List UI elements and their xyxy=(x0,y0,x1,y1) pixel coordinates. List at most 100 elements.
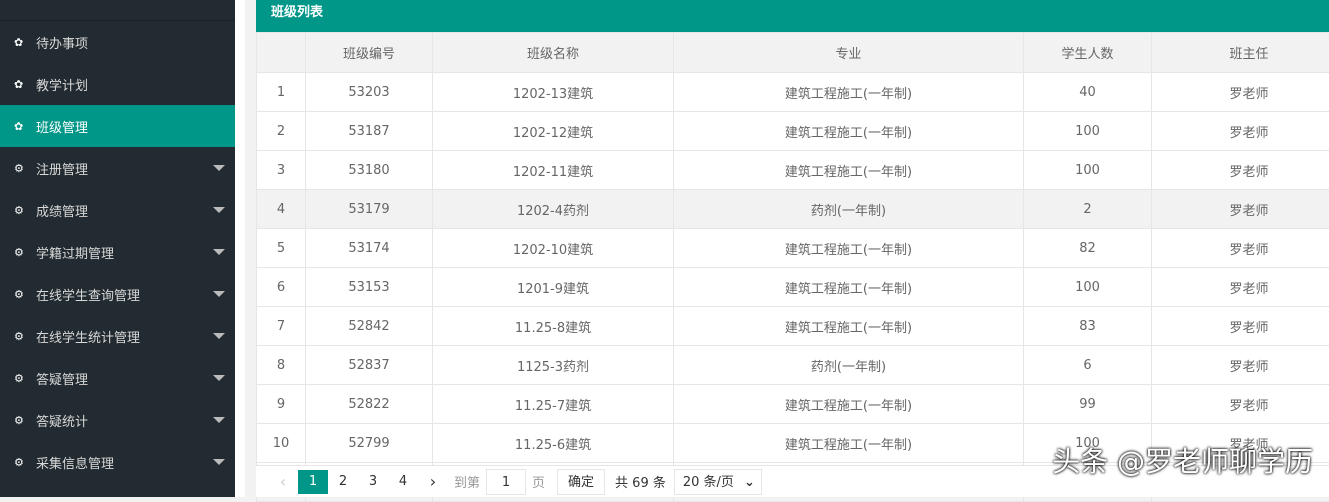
sidebar-item-label: 学籍过期管理 xyxy=(36,243,114,262)
table-cell: 1202-13建筑 xyxy=(433,73,674,112)
page-label: 页 xyxy=(532,472,545,491)
sidebar-item-label: 在线学生查询管理 xyxy=(36,285,140,304)
column-header[interactable] xyxy=(257,33,306,73)
table-cell: 10 xyxy=(257,424,306,463)
sidebar-item-label: 采集信息管理 xyxy=(36,453,114,472)
sidebar-item[interactable]: ⚙ 注册管理 xyxy=(0,147,235,189)
table-cell: 99 xyxy=(1024,385,1152,424)
sidebar-item[interactable]: ⚙ 学籍过期管理 xyxy=(0,231,235,273)
page-size-value: 20 条/页 xyxy=(683,470,734,496)
gears-icon: ⚙ xyxy=(14,330,32,343)
table-cell: 2 xyxy=(1024,190,1152,229)
caret-down-icon xyxy=(213,459,225,465)
table-row[interactable]: 2531871202-12建筑建筑工程施工(一年制)100罗老师 xyxy=(257,112,1329,151)
sidebar-item-label: 成绩管理 xyxy=(36,201,88,220)
table-row[interactable]: 8528371125-3药剂药剂(一年制)6罗老师 xyxy=(257,346,1329,385)
table-cell: 罗老师 xyxy=(1152,307,1329,346)
sidebar-item-label: 注册管理 xyxy=(36,159,88,178)
table-row[interactable]: 1532031202-13建筑建筑工程施工(一年制)40罗老师 xyxy=(257,73,1329,112)
caret-down-icon xyxy=(213,417,225,423)
table-cell: 1201-9建筑 xyxy=(433,268,674,307)
table-cell: 罗老师 xyxy=(1152,268,1329,307)
table-row[interactable]: 3531801202-11建筑建筑工程施工(一年制)100罗老师 xyxy=(257,151,1329,190)
table-cell: 9 xyxy=(257,385,306,424)
table-row[interactable]: 5531741202-10建筑建筑工程施工(一年制)82罗老师 xyxy=(257,229,1329,268)
table-cell: 11.25-8建筑 xyxy=(433,307,674,346)
table-cell: 药剂(一年制) xyxy=(674,190,1024,229)
caret-down-icon xyxy=(213,375,225,381)
table-cell: 4 xyxy=(257,190,306,229)
column-header[interactable]: 班主任 xyxy=(1152,33,1329,73)
sidebar-item[interactable]: ✿教学计划 xyxy=(0,63,235,105)
sidebar-item[interactable]: ✿班级管理 xyxy=(0,105,235,147)
table-cell: 建筑工程施工(一年制) xyxy=(674,229,1024,268)
table-cell: 8 xyxy=(257,346,306,385)
sidebar-item[interactable]: ⚙ 成绩管理 xyxy=(0,189,235,231)
watermark: 头条 @罗老师聊学历 xyxy=(1052,440,1313,480)
table-cell: 100 xyxy=(1024,112,1152,151)
gears-icon: ⚙ xyxy=(14,372,32,385)
sidebar-item-label: 待办事项 xyxy=(36,33,88,52)
sidebar-item[interactable]: ⚙在线学生统计管理 xyxy=(0,315,235,357)
sidebar: ✿待办事项✿教学计划✿班级管理⚙注册管理⚙成绩管理⚙学籍过期管理⚙在线学生查询管… xyxy=(0,0,235,497)
caret-down-icon xyxy=(213,249,225,255)
next-page-button[interactable]: › xyxy=(418,472,448,491)
gears-icon: ⚙ xyxy=(14,162,32,175)
table-cell: 建筑工程施工(一年制) xyxy=(674,151,1024,190)
sidebar-item[interactable]: ⚙ 采集信息管理 xyxy=(0,441,235,483)
column-header[interactable]: 班级编号 xyxy=(306,33,433,73)
gears-icon: ⚙ xyxy=(14,414,32,427)
sidebar-item[interactable]: ✿待办事项 xyxy=(0,21,235,63)
divider xyxy=(235,0,245,497)
page-button[interactable]: 1 xyxy=(298,470,328,494)
table-row[interactable]: 4531791202-4药剂药剂(一年制)2罗老师 xyxy=(257,190,1329,229)
total-count: 共 69 条 xyxy=(615,472,666,491)
caret-down-icon xyxy=(213,291,225,297)
table-cell: 药剂(一年制) xyxy=(674,346,1024,385)
table-cell: 建筑工程施工(一年制) xyxy=(674,385,1024,424)
table-cell: 100 xyxy=(1024,151,1152,190)
page-button[interactable]: 4 xyxy=(388,470,418,494)
sidebar-item-label: 教学计划 xyxy=(36,75,88,94)
chevron-down-icon: ⌄ xyxy=(744,470,755,496)
table-cell: 83 xyxy=(1024,307,1152,346)
sidebar-item-label: 答疑统计 xyxy=(36,411,88,430)
gears-icon: ⚙ xyxy=(14,288,32,301)
caret-down-icon xyxy=(213,165,225,171)
column-header[interactable]: 专业 xyxy=(674,33,1024,73)
table-cell: 1202-10建筑 xyxy=(433,229,674,268)
column-header[interactable]: 班级名称 xyxy=(433,33,674,73)
gears-icon: ⚙ xyxy=(14,204,32,217)
goto-page-input[interactable]: 1 xyxy=(486,469,526,495)
table-row[interactable]: 75284211.25-8建筑建筑工程施工(一年制)83罗老师 xyxy=(257,307,1329,346)
sidebar-item[interactable]: ⚙答疑管理 xyxy=(0,357,235,399)
table-cell: 53187 xyxy=(306,112,433,151)
table-cell: 建筑工程施工(一年制) xyxy=(674,73,1024,112)
gears-icon: ⚙ xyxy=(14,246,32,259)
column-header[interactable]: 学生人数 xyxy=(1024,33,1152,73)
gears-icon: ⚙ xyxy=(14,456,32,469)
sidebar-item[interactable]: ⚙ 答疑统计 xyxy=(0,399,235,441)
table-cell: 建筑工程施工(一年制) xyxy=(674,112,1024,151)
prev-page-button[interactable]: ‹ xyxy=(268,472,298,491)
table-cell: 1202-12建筑 xyxy=(433,112,674,151)
table-row[interactable]: 6531531201-9建筑建筑工程施工(一年制)100罗老师 xyxy=(257,268,1329,307)
sidebar-item[interactable]: ⚙ 在线学生查询管理 xyxy=(0,273,235,315)
table-cell: 52842 xyxy=(306,307,433,346)
table-cell: 罗老师 xyxy=(1152,112,1329,151)
table-cell: 建筑工程施工(一年制) xyxy=(674,307,1024,346)
page-size-select[interactable]: 20 条/页 ⌄ xyxy=(674,469,762,495)
table-row[interactable]: 95282211.25-7建筑建筑工程施工(一年制)99罗老师 xyxy=(257,385,1329,424)
table-cell: 罗老师 xyxy=(1152,151,1329,190)
caret-down-icon xyxy=(213,333,225,339)
table-cell: 1125-3药剂 xyxy=(433,346,674,385)
table-cell: 建筑工程施工(一年制) xyxy=(674,424,1024,463)
gear-icon: ✿ xyxy=(14,120,32,133)
table-cell: 6 xyxy=(257,268,306,307)
page-button[interactable]: 3 xyxy=(358,470,388,494)
table-cell: 100 xyxy=(1024,268,1152,307)
page-button[interactable]: 2 xyxy=(328,470,358,494)
confirm-button[interactable]: 确定 xyxy=(557,469,605,495)
table-cell: 5 xyxy=(257,229,306,268)
table-cell: 53179 xyxy=(306,190,433,229)
